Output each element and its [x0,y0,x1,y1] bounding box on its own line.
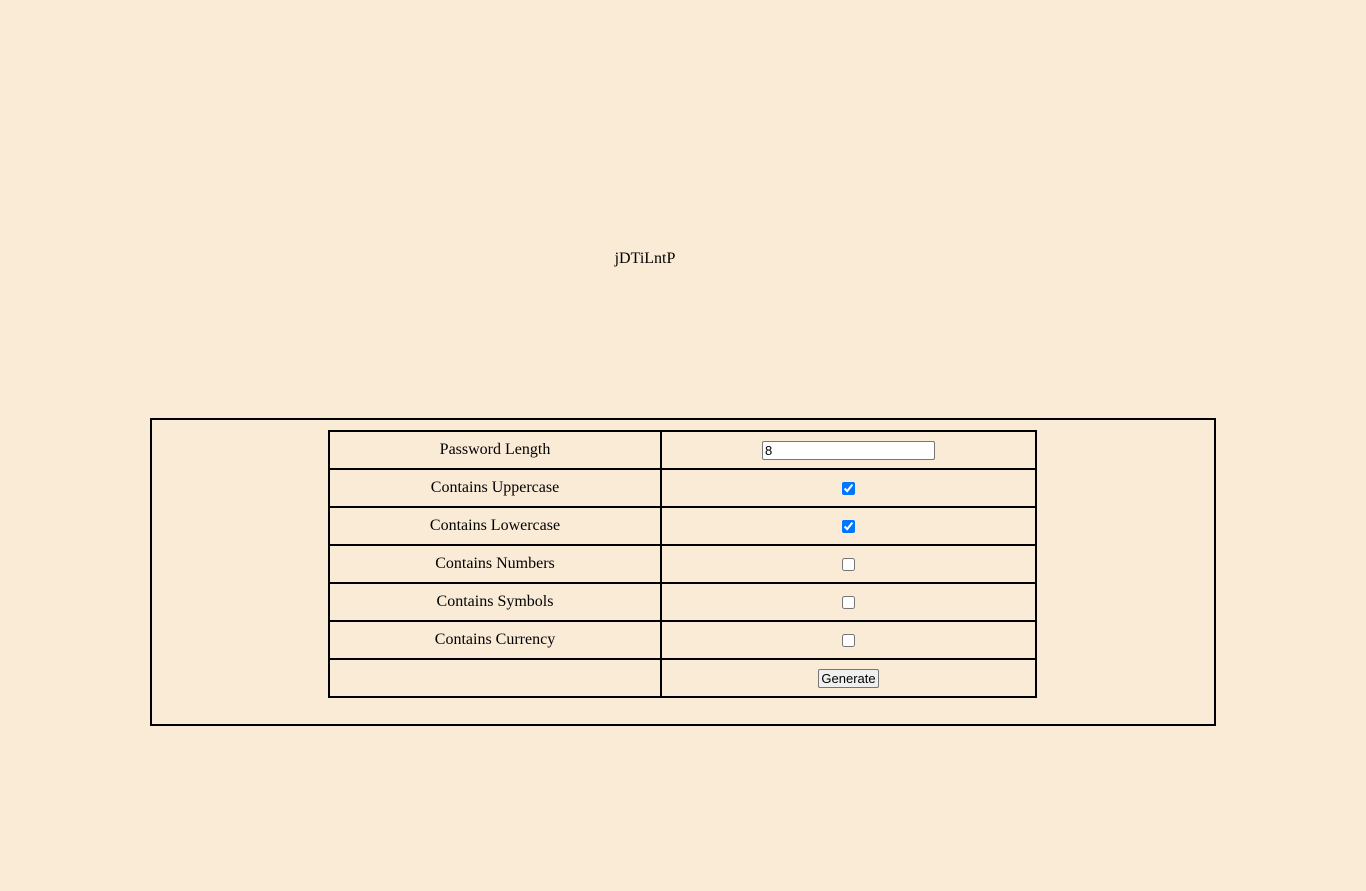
table-row: Password Length [328,430,1037,470]
password-length-cell [660,430,1037,470]
table-row: Generate [328,658,1037,698]
table-row: Contains Lowercase [328,506,1037,546]
table-row: Contains Symbols [328,582,1037,622]
table-row: Contains Uppercase [328,468,1037,508]
currency-label: Contains Currency [328,620,662,660]
password-length-label: Password Length [328,430,662,470]
symbols-checkbox[interactable] [842,595,855,609]
table-row: Contains Currency [328,620,1037,660]
options-table: Password Length Contains Uppercase Conta… [328,430,1037,698]
lowercase-checkbox[interactable] [842,519,855,533]
generated-password: jDTiLntP [614,250,676,267]
uppercase-checkbox[interactable] [842,481,855,495]
symbols-label: Contains Symbols [328,582,662,622]
generate-button[interactable]: Generate [818,668,879,688]
currency-checkbox[interactable] [842,633,855,647]
password-length-input[interactable] [762,440,935,460]
numbers-checkbox[interactable] [842,557,855,571]
numbers-label: Contains Numbers [328,544,662,584]
empty-cell [328,658,662,698]
lowercase-label: Contains Lowercase [328,506,662,546]
table-row: Contains Numbers [328,544,1037,584]
uppercase-label: Contains Uppercase [328,468,662,508]
